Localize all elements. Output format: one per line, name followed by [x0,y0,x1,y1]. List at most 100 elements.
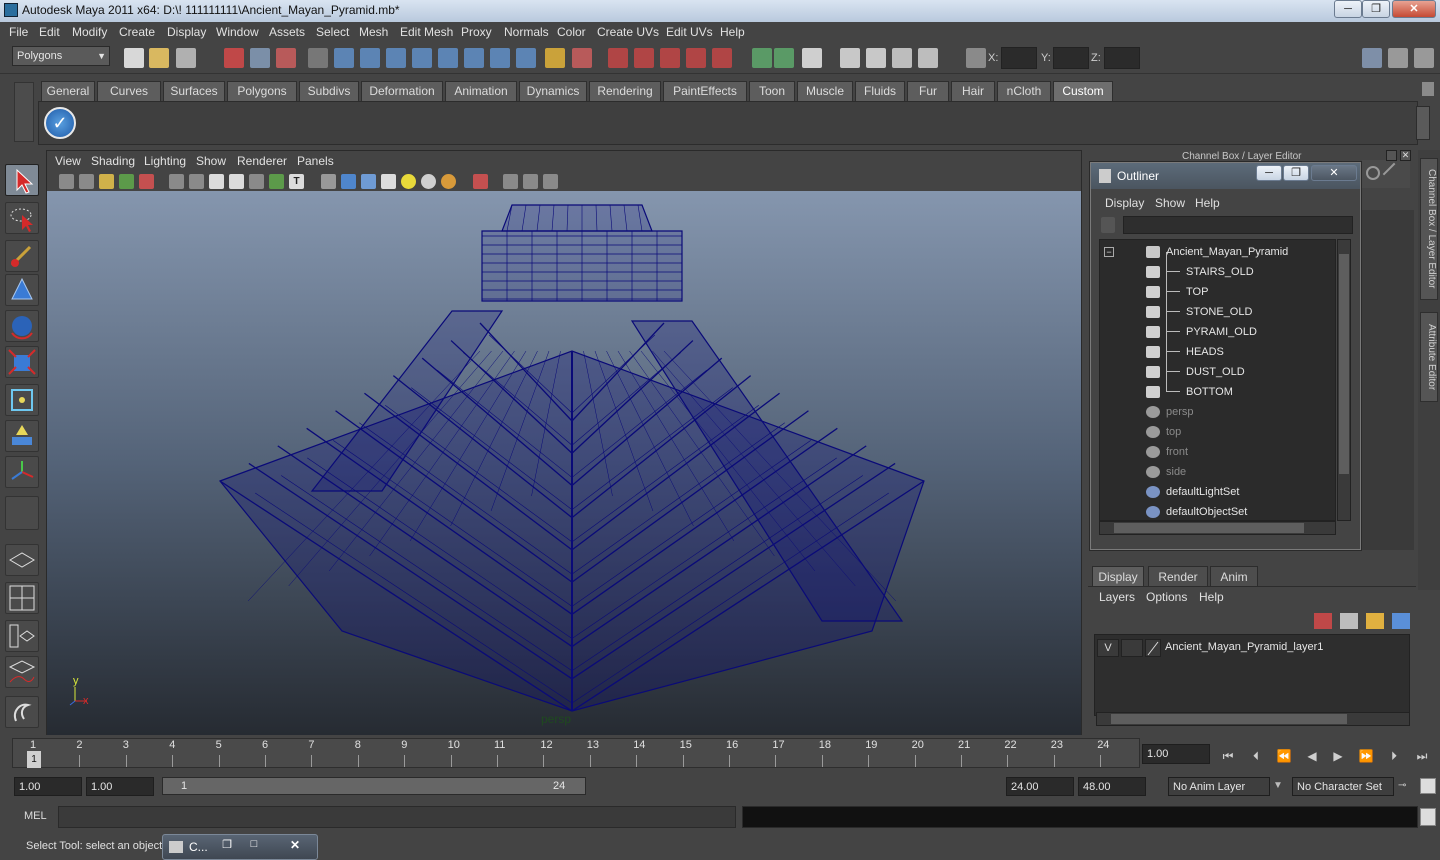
lock-icon[interactable] [545,48,565,68]
z-field[interactable] [1104,47,1140,69]
outliner-item[interactable]: front [1100,442,1335,462]
playback-end-field[interactable]: 24.00 [1006,777,1074,796]
menu-window[interactable]: Window [216,25,259,39]
viewport-menu-renderer[interactable]: Renderer [237,154,287,168]
last-used-tool-icon[interactable] [5,496,39,530]
toggle-tool-settings-icon[interactable] [1388,48,1408,68]
viewport-menu-lighting[interactable]: Lighting [144,154,186,168]
move-tool-icon[interactable] [5,274,39,306]
current-time-field[interactable]: 1.00 [1142,744,1210,764]
layer-tab-anim[interactable]: Anim [1210,566,1258,586]
shelf-tab-fur[interactable]: Fur [907,81,949,101]
four-view-layout-icon[interactable] [5,582,39,614]
shelf-tab-toon[interactable]: Toon [749,81,795,101]
select-highlight-icon[interactable] [572,48,592,68]
batch-render-icon[interactable] [892,48,912,68]
step-back-frame-button[interactable]: ⏪ [1274,746,1294,766]
attribute-editor-tab[interactable]: Attribute Editor [1420,312,1438,402]
menu-assets[interactable]: Assets [269,25,305,39]
panel-float-button[interactable] [1386,150,1397,161]
single-perspective-layout-icon[interactable] [5,544,39,576]
move-layer-up-icon[interactable] [1314,613,1332,629]
outliner-maximize-button[interactable]: ❐ [1283,165,1309,181]
key-icon[interactable]: ⊸ [1398,780,1414,792]
outliner-vertical-scrollbar[interactable] [1337,239,1351,521]
range-slider[interactable]: 1 24 [162,777,586,795]
viewport-menu-view[interactable]: View [55,154,81,168]
hypershade-icon[interactable] [712,48,732,68]
playback-start-field[interactable]: 1.00 [86,777,154,796]
menu-modify[interactable]: Modify [72,25,107,39]
x-field[interactable] [1001,47,1037,69]
menu-set-dropdown[interactable]: Polygons ▼ [12,46,110,66]
anim-layer-dropdown[interactable]: No Anim Layer [1168,777,1270,796]
snap-curve-icon[interactable] [360,48,380,68]
safe-action-icon[interactable] [269,174,284,189]
menu-mesh[interactable]: Mesh [359,25,388,39]
open-scene-icon[interactable] [149,48,169,68]
menu-select[interactable]: Select [316,25,349,39]
menu-file[interactable]: File [9,25,28,39]
outliner-item[interactable]: STONE_OLD [1100,292,1335,322]
input-line-icon[interactable] [752,48,772,68]
select-by-hierarchy-icon[interactable] [224,48,244,68]
animation-preferences-icon[interactable] [1420,778,1436,794]
history-icon[interactable] [490,48,510,68]
command-language-label[interactable]: MEL [24,810,47,822]
shelf-scroll[interactable] [1416,106,1430,140]
shelf-tab-general[interactable]: General [41,81,95,101]
persp-graph-layout-icon[interactable] [5,656,39,688]
outliner-item[interactable]: BOTTOM [1100,372,1335,402]
play-forwards-button[interactable]: ▶ [1328,746,1348,766]
menu-normals[interactable]: Normals [504,25,549,39]
outliner-menu-show[interactable]: Show [1155,196,1185,210]
create-layer-from-selected-icon[interactable] [1392,613,1410,629]
collapse-toggle-icon[interactable]: − [1104,247,1114,257]
xray-icon[interactable] [503,174,518,189]
shelf-tab-hair[interactable]: Hair [951,81,995,101]
outliner-item[interactable]: defaultLightSet [1100,482,1335,502]
layer-color-swatch[interactable] [1145,639,1161,657]
minimized-restore-button[interactable]: ❐ [217,838,237,854]
outliner-item[interactable]: DUST_OLD [1100,352,1335,382]
close-button[interactable]: ✕ [1392,0,1436,18]
viewport-menu-show[interactable]: Show [196,154,226,168]
outliner-menu-help[interactable]: Help [1195,196,1220,210]
outliner-item[interactable]: TOP [1100,272,1335,302]
shelf-tab-fluids[interactable]: Fluids [855,81,905,101]
lasso-tool-icon[interactable] [5,202,39,234]
minimized-close-button[interactable]: ✕ [277,838,313,854]
make-live-icon[interactable] [438,48,458,68]
layer-horizontal-scrollbar[interactable] [1096,712,1410,726]
camera-attributes-icon[interactable] [79,174,94,189]
menu-edit[interactable]: Edit [39,25,60,39]
layer-menu-layers[interactable]: Layers [1099,590,1135,604]
shelf-tab-dynamics[interactable]: Dynamics [519,81,587,101]
soft-modification-icon[interactable] [5,420,39,452]
paint-select-tool-icon[interactable] [5,240,39,272]
command-input[interactable] [58,806,736,828]
rotate-tool-icon[interactable] [5,310,39,342]
gate-mask-icon[interactable] [229,174,244,189]
ipr-render-icon[interactable] [660,48,680,68]
outliner-scroll-thumb[interactable] [1339,254,1349,474]
layer-menu-help[interactable]: Help [1199,590,1224,604]
layer-row[interactable]: V Ancient_Mayan_Pyramid_layer1 [1097,639,1407,659]
use-all-lights-icon[interactable] [421,174,436,189]
field-chart-icon[interactable] [249,174,264,189]
minimized-maximize-button[interactable]: □ [243,838,265,854]
xray-joints-icon[interactable] [523,174,538,189]
outliner-item[interactable]: − Ancient_Mayan_Pyramid [1100,242,1335,262]
save-scene-icon[interactable] [176,48,196,68]
channel-box-pick-icon[interactable] [1382,162,1406,186]
perspective-viewport[interactable]: persp y x [47,191,1081,735]
trash-icon[interactable] [1422,82,1434,96]
select-camera-icon[interactable] [59,174,74,189]
menu-display[interactable]: Display [167,25,206,39]
minimize-button[interactable]: ─ [1334,0,1362,18]
outliner-item[interactable]: STAIRS_OLD [1100,252,1335,282]
toggle-channel-box-icon[interactable] [1414,48,1434,68]
outliner-item[interactable]: side [1100,462,1335,482]
snap-grid-icon[interactable] [334,48,354,68]
wireframe-on-shaded-icon[interactable] [361,174,376,189]
